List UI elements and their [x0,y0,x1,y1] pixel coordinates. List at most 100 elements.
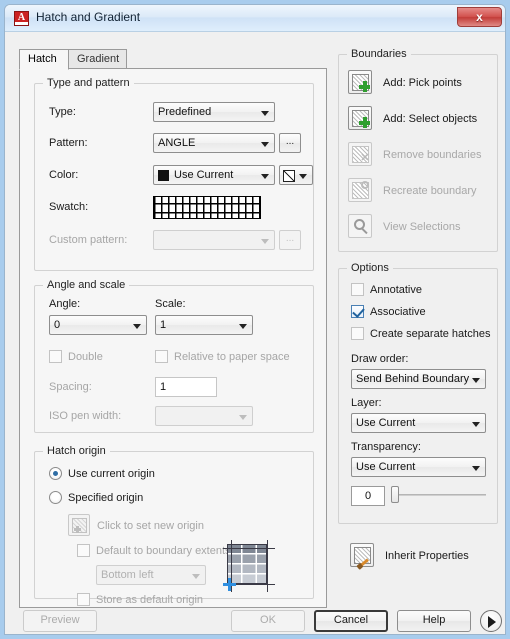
create-separate-hatches-checkbox[interactable] [351,327,364,340]
add-pick-points-label[interactable]: Add: Pick points [383,77,462,89]
draw-order-value: Send Behind Boundary [356,373,470,385]
remove-boundaries-icon: ✕ [348,142,372,166]
autocad-a-icon: A [14,11,29,26]
chevron-down-icon [472,466,480,471]
angle-and-scale-group: Angle and scale Angle: Scale: 0 1 Double… [34,279,314,433]
annotative-checkbox[interactable] [351,283,364,296]
pattern-combo[interactable]: ANGLE [153,133,275,153]
inherit-properties-label[interactable]: Inherit Properties [385,550,469,562]
hatch-origin-group: Hatch origin Use current origin Specifie… [34,445,314,606]
relative-to-paper-space-checkbox [155,350,168,363]
transparency-label: Transparency: [351,441,421,453]
double-checkbox [49,350,62,363]
plus-icon [359,117,370,128]
dialog-client: Hatch Gradient Type and pattern Type: Pr… [5,32,505,634]
view-selections-icon [348,214,372,238]
add-select-objects-label[interactable]: Add: Select objects [383,113,477,125]
color-combo[interactable]: Use Current [153,165,275,185]
select-objects-icon[interactable] [348,106,372,130]
default-to-boundary-extents-checkbox [77,544,90,557]
swatch-label: Swatch: [49,201,89,213]
transparency-slider-thumb[interactable] [391,486,399,503]
draw-order-combo[interactable]: Send Behind Boundary [351,369,486,389]
relative-to-paper-space-label: Relative to paper space [174,351,290,363]
angle-value: 0 [54,319,61,331]
origin-crosshair-icon [223,578,236,591]
scale-label: Scale: [155,298,186,310]
transparency-combo[interactable]: Use Current [351,457,486,477]
angle-label: Angle: [49,298,81,310]
plus-icon [359,81,370,92]
iso-pen-width-label: ISO pen width: [49,410,122,422]
x-icon: ✕ [360,152,370,164]
chevron-down-icon [299,174,307,179]
type-label: Type: [49,106,76,118]
preview-button: Preview [23,610,97,632]
hatch-origin-legend: Hatch origin [43,445,110,457]
chevron-down-icon [261,239,269,244]
transparency-amount-input[interactable]: 0 [351,486,385,506]
chevron-down-icon [472,378,480,383]
custom-pattern-label: Custom pattern: [49,234,128,246]
specified-origin-radio[interactable] [49,491,62,504]
pattern-browse-button[interactable]: ... [279,133,301,153]
pattern-swatch[interactable] [153,196,261,219]
color-chip-icon [158,170,169,181]
color-label: Color: [49,169,79,181]
specified-origin-label: Specified origin [68,492,144,504]
angle-and-scale-legend: Angle and scale [43,279,130,291]
origin-corner-value: Bottom left [101,569,154,581]
tab-hatch[interactable]: Hatch [19,49,69,70]
cancel-button[interactable]: Cancel [314,610,388,632]
default-to-boundary-extents-label: Default to boundary extents [96,545,231,557]
window-title: Hatch and Gradient [36,10,141,24]
title-bar: A Hatch and Gradient x [5,5,505,32]
no-color-swatch-icon [283,170,295,182]
help-button[interactable]: Help [397,610,471,632]
layer-combo[interactable]: Use Current [351,413,486,433]
background-color-button[interactable] [279,165,313,185]
layer-label: Layer: [351,397,382,409]
remove-boundaries-label: Remove boundaries [383,149,482,161]
close-icon[interactable]: x [457,7,502,27]
transparency-slider-track[interactable] [399,494,486,496]
associative-checkbox[interactable] [351,305,364,318]
use-current-origin-label: Use current origin [68,468,155,480]
iso-pen-width-combo [155,406,253,426]
pick-origin-plus-icon [74,526,81,533]
boundaries-legend: Boundaries [347,48,411,60]
angle-combo[interactable]: 0 [49,315,147,335]
spacing-input: 1 [155,377,217,397]
associative-label: Associative [370,306,426,318]
brick-origin-preview [223,540,275,592]
type-combo[interactable]: Predefined [153,102,275,122]
annotative-label: Annotative [370,284,422,296]
chevron-down-icon [192,574,200,579]
inherit-properties-icon[interactable] [350,543,374,567]
spacing-label: Spacing: [49,381,92,393]
chevron-down-icon [239,415,247,420]
use-current-origin-radio[interactable] [49,467,62,480]
view-selections-label: View Selections [383,221,461,233]
double-label: Double [68,351,103,363]
origin-corner-combo: Bottom left [96,565,206,585]
options-legend: Options [347,262,393,274]
chevron-down-icon [261,111,269,116]
hatch-tab-page: Type and pattern Type: Predefined Patter… [19,68,327,608]
scale-value: 1 [160,319,167,331]
set-new-origin-button [68,514,90,536]
chevron-down-icon [472,422,480,427]
create-separate-hatches-label: Create separate hatches [370,328,491,340]
chevron-down-icon [133,324,141,329]
store-as-default-origin-checkbox [77,593,90,606]
tab-strip: Hatch Gradient [19,49,327,70]
pick-points-icon[interactable] [348,70,372,94]
expand-more-arrow-icon[interactable] [480,610,502,632]
options-group: Options Annotative Associative Create se… [338,262,498,524]
recreate-boundary-label: Recreate boundary [383,185,477,197]
tab-gradient[interactable]: Gradient [68,49,127,69]
recreate-boundary-icon [348,178,372,202]
pattern-swatch-fill [154,197,260,218]
scale-combo[interactable]: 1 [155,315,253,335]
origin-tick-top [223,548,275,549]
